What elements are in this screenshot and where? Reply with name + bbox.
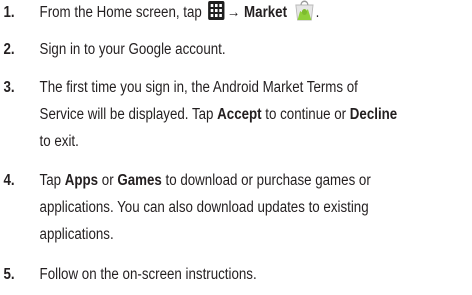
step-2-text: Sign in to your Google account. bbox=[39, 41, 226, 58]
market-bag-icon bbox=[293, 0, 315, 21]
step-1-text: From the Home screen, tap → Market . bbox=[40, 0, 320, 25]
apps-label: Apps bbox=[64, 172, 99, 189]
step-5-text: Follow on the on-screen instructions. bbox=[39, 266, 257, 283]
games-label: Games bbox=[117, 172, 162, 189]
step-4-line-1-mid: or bbox=[98, 172, 118, 189]
step-4-line-1-prefix: Tap bbox=[39, 172, 65, 189]
accept-label: Accept bbox=[217, 106, 262, 123]
step-3-line-2-prefix: Service will be displayed. Tap bbox=[39, 106, 218, 123]
step-1-suffix: . bbox=[315, 4, 320, 21]
market-label: Market bbox=[244, 4, 288, 21]
step-number: 2. bbox=[3, 41, 15, 58]
decline-label: Decline bbox=[349, 106, 398, 123]
step-4-line-3: applications. bbox=[39, 226, 114, 243]
step-4-line-1-suffix: to download or purchase games or bbox=[161, 172, 371, 189]
step-number: 1. bbox=[3, 4, 15, 21]
apps-grid-icon bbox=[208, 1, 225, 21]
step-3-line-3: to exit. bbox=[39, 133, 79, 150]
step-number: 3. bbox=[3, 79, 15, 96]
step-number: 4. bbox=[3, 172, 15, 189]
arrow-glyph: → bbox=[227, 4, 241, 21]
step-3-line-2: Service will be displayed. Tap Accept to… bbox=[40, 102, 398, 127]
step-3-line-2-mid: to continue or bbox=[261, 106, 350, 123]
step-4-line-1: Tap Apps or Games to download or purchas… bbox=[40, 168, 371, 193]
step-1-prefix: From the Home screen, tap bbox=[39, 4, 206, 21]
step-number: 5. bbox=[3, 266, 15, 283]
step-3-line-1: The first time you sign in, the Android … bbox=[39, 79, 358, 96]
step-4-line-2: applications. You can also download upda… bbox=[39, 199, 369, 216]
